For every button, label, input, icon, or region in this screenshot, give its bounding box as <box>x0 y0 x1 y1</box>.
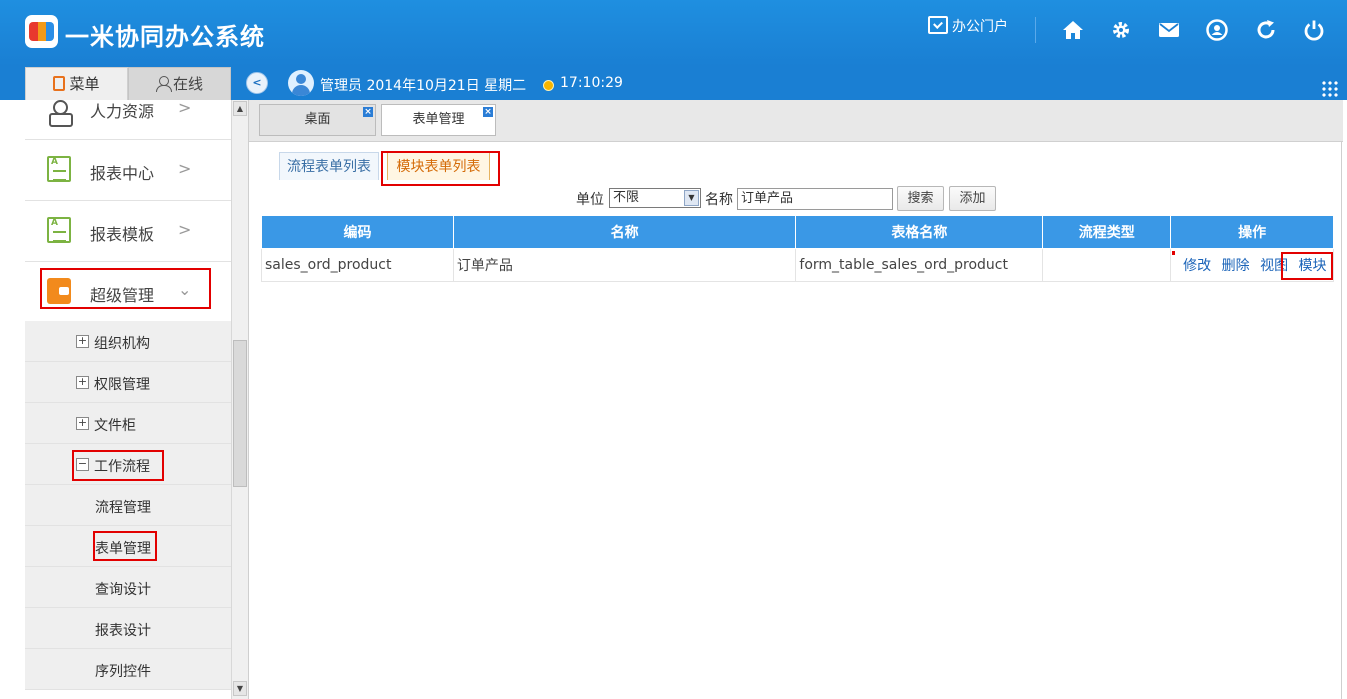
col-operation: 操作 <box>1170 215 1334 249</box>
search-bar: 单位 不限 ▼ 名称 订单产品 搜索 添加 <box>249 186 1343 211</box>
highlight-workflow <box>72 450 164 481</box>
highlight-module-form-tab <box>381 151 500 186</box>
sidebar-subitem-label: 报表设计 <box>95 623 151 639</box>
cell-code: sales_ord_product <box>261 248 454 282</box>
office-portal-link[interactable]: 办公门户 <box>928 16 1008 36</box>
document-tabs: 桌面 × 表单管理 × <box>249 100 1343 142</box>
expand-icon[interactable]: + <box>76 417 89 430</box>
sidebar-item-hr[interactable]: 人力资源 > <box>25 100 231 140</box>
chevron-right-icon: > <box>178 100 192 117</box>
cell-flow-type <box>1042 248 1172 282</box>
table-row: sales_ord_product 订单产品 form_table_sales_… <box>261 248 1334 282</box>
expand-icon[interactable]: + <box>76 376 89 389</box>
user-date-info: 管理员 2014年10月21日 星期二 <box>320 78 527 94</box>
cell-name: 订单产品 <box>452 248 797 282</box>
highlight-super-admin <box>40 268 211 309</box>
tab-menu-label: 菜单 <box>69 75 100 93</box>
col-table-name: 表格名称 <box>795 215 1044 249</box>
sidebar-item-report-center[interactable]: 报表中心 > <box>25 140 231 201</box>
scroll-up-icon[interactable]: ▲ <box>233 101 247 116</box>
user-icon <box>155 76 172 92</box>
template-icon <box>47 217 71 243</box>
table-header-row: 编码 名称 表格名称 流程类型 操作 <box>261 215 1334 249</box>
chevron-right-icon: > <box>178 220 192 239</box>
user-circle-icon[interactable] <box>1205 18 1229 42</box>
tab-label: 表单管理 <box>412 112 465 127</box>
sidebar-item-org[interactable]: + 组织机构 <box>25 321 231 362</box>
tab-online-label: 在线 <box>172 75 203 93</box>
person-icon <box>47 100 73 127</box>
tab-online[interactable]: 在线 <box>128 67 231 100</box>
user-avatar <box>288 70 314 96</box>
main-content: 桌面 × 表单管理 × 流程表单列表 模块表单列表 单位 不限 ▼ 名称 订单产… <box>248 100 1343 699</box>
collapse-sidebar-icon[interactable]: < <box>246 72 268 94</box>
highlight-form-manage <box>93 531 157 561</box>
chevron-right-icon: > <box>178 159 192 178</box>
sidebar-item-report-design[interactable]: 报表设计 <box>25 608 231 649</box>
sidebar-subitem-label: 流程管理 <box>95 500 151 516</box>
expand-icon[interactable]: + <box>76 335 89 348</box>
sidebar-subitem-label: 文件柜 <box>94 418 136 434</box>
home-icon[interactable] <box>1061 18 1085 42</box>
portal-label: 办公门户 <box>952 19 1008 35</box>
sidebar-scrollbar[interactable]: ▲ ▼ <box>231 100 248 699</box>
highlight-module-link <box>1281 252 1333 280</box>
refresh-icon[interactable] <box>1254 18 1278 42</box>
unit-label: 单位 <box>576 192 604 208</box>
sidebar-subitem-label: 序列控件 <box>95 664 151 680</box>
tab-desktop[interactable]: 桌面 × <box>259 104 376 136</box>
menu-icon <box>53 76 66 91</box>
sidebar-item-query-design[interactable]: 查询设计 <box>25 567 231 608</box>
sidebar-item-label: 报表中心 <box>90 164 155 183</box>
scroll-thumb[interactable] <box>233 340 247 487</box>
mail-icon[interactable] <box>1157 18 1181 42</box>
edit-link[interactable]: 修改 <box>1183 258 1211 274</box>
clock-icon <box>543 80 554 91</box>
delete-link[interactable]: 删除 <box>1222 258 1250 274</box>
tab-menu[interactable]: 菜单 <box>25 67 128 100</box>
form-table: 编码 名称 表格名称 流程类型 操作 sales_ord_product 订单产… <box>261 215 1334 282</box>
sidebar-menu: 人力资源 > 报表中心 > 报表模板 > 超级管理 ⌄ + 组织机构 + 权限管… <box>25 100 231 699</box>
sidebar-item-report-template[interactable]: 报表模板 > <box>25 201 231 262</box>
tab-flow-form-list[interactable]: 流程表单列表 <box>279 152 379 180</box>
sidebar-item-sequence[interactable]: 序列控件 <box>25 649 231 690</box>
chevron-down-icon[interactable]: ▼ <box>684 190 699 206</box>
sidebar-item-permission[interactable]: + 权限管理 <box>25 362 231 403</box>
col-flow-type: 流程类型 <box>1042 215 1172 249</box>
power-icon[interactable] <box>1302 18 1326 42</box>
search-button[interactable]: 搜索 <box>897 186 944 211</box>
unit-select-value: 不限 <box>613 190 640 205</box>
name-label: 名称 <box>705 192 733 208</box>
add-button[interactable]: 添加 <box>949 186 996 211</box>
header-divider <box>1035 17 1036 43</box>
sidebar-subitem-label: 权限管理 <box>94 377 150 393</box>
sidebar-item-label: 报表模板 <box>90 225 155 244</box>
grid-apps-icon[interactable] <box>1321 80 1339 98</box>
name-input[interactable]: 订单产品 <box>737 188 893 210</box>
close-icon[interactable]: × <box>363 107 373 117</box>
portal-icon <box>928 16 948 34</box>
gear-icon[interactable] <box>1109 18 1133 42</box>
clock-time: 17:10:29 <box>560 75 623 91</box>
sidebar-subitem-label: 组织机构 <box>94 336 150 352</box>
top-header: 一米协同办公系统 办公门户 <box>0 0 1347 66</box>
sidebar-item-file-cabinet[interactable]: + 文件柜 <box>25 403 231 444</box>
scroll-down-icon[interactable]: ▼ <box>233 681 247 696</box>
cell-table-name: form_table_sales_ord_product <box>795 248 1044 282</box>
sidebar-item-label: 人力资源 <box>90 102 155 121</box>
close-icon[interactable]: × <box>483 107 493 117</box>
app-logo <box>25 15 58 48</box>
report-icon <box>47 156 71 182</box>
tab-label: 桌面 <box>304 112 331 127</box>
app-title: 一米协同办公系统 <box>65 23 265 51</box>
unit-select[interactable]: 不限 ▼ <box>609 188 701 208</box>
tab-form-manage[interactable]: 表单管理 × <box>381 104 496 136</box>
col-name: 名称 <box>452 215 797 249</box>
red-marker <box>1172 251 1176 255</box>
col-code: 编码 <box>261 215 454 249</box>
sidebar-subitem-label: 查询设计 <box>95 582 151 598</box>
sidebar-item-flow-manage[interactable]: 流程管理 <box>25 485 231 526</box>
